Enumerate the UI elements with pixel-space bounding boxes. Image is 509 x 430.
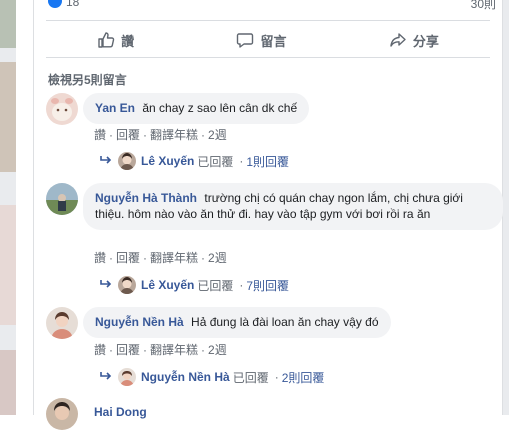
share-button-label: 分享 bbox=[412, 33, 439, 49]
reaction-count[interactable]: 18 bbox=[66, 0, 79, 9]
meta-separator: · bbox=[143, 251, 148, 265]
reply-action: 已回覆 bbox=[232, 370, 269, 385]
meta-separator: · bbox=[201, 128, 206, 142]
view-more-comments-link[interactable]: 檢視另5則留言 bbox=[48, 71, 127, 88]
comment-timestamp[interactable]: 2週 bbox=[208, 251, 227, 265]
reply-author: Lê Xuyến bbox=[141, 154, 195, 168]
comment-meta: 讚 · 回覆 · 翻譯年糕 · 2週 bbox=[94, 249, 227, 266]
comment-meta: 讚 · 回覆 · 翻譯年糕 · 2週 bbox=[94, 126, 227, 143]
avatar[interactable] bbox=[46, 183, 78, 215]
reply-separator: · bbox=[274, 370, 279, 384]
like-button-label: 讚 bbox=[121, 33, 135, 49]
comment-translate-link[interactable]: 翻譯年糕 bbox=[150, 128, 198, 142]
avatar[interactable] bbox=[46, 307, 78, 339]
left-thumbnail-2 bbox=[0, 62, 16, 172]
comment-timestamp[interactable]: 2週 bbox=[208, 128, 227, 142]
comment-like-link[interactable]: 讚 bbox=[94, 128, 106, 142]
divider-actions bbox=[46, 57, 490, 58]
meta-separator: · bbox=[143, 343, 148, 357]
comment-reply-link[interactable]: 回覆 bbox=[116, 128, 140, 142]
reply-avatar bbox=[118, 152, 136, 170]
avatar[interactable] bbox=[46, 93, 78, 125]
comment-like-link[interactable]: 讚 bbox=[94, 343, 106, 357]
divider-top bbox=[46, 20, 490, 21]
meta-separator: · bbox=[201, 251, 206, 265]
comment-bubble: Nguyễn Hà Thành trường chị có quán chay … bbox=[83, 183, 503, 230]
view-replies-link[interactable]: Nguyễn Nền Hà 已回覆 · 2則回覆 bbox=[100, 368, 324, 386]
comment-timestamp[interactable]: 2週 bbox=[208, 343, 227, 357]
share-icon bbox=[389, 31, 407, 49]
reply-arrow-icon bbox=[100, 370, 112, 384]
meta-separator: · bbox=[201, 343, 206, 357]
reply-author: Lê Xuyến bbox=[141, 278, 195, 292]
comment-text: Hả đung là đài loan ăn chay vậy đó bbox=[191, 315, 379, 329]
left-thumbnail-4 bbox=[0, 350, 16, 415]
reply-separator: · bbox=[239, 278, 244, 292]
reply-separator: · bbox=[239, 154, 244, 168]
meta-separator: · bbox=[109, 128, 114, 142]
card-border-left bbox=[33, 0, 34, 415]
view-replies-link[interactable]: Lê Xuyến 已回覆 · 1則回覆 bbox=[100, 152, 289, 170]
reply-count: 1則回覆 bbox=[246, 154, 290, 169]
reply-avatar bbox=[118, 276, 136, 294]
comment-bubble: Yan En ăn chay z sao lên cân dk chế bbox=[83, 93, 310, 124]
comment-button[interactable]: 留言 bbox=[226, 27, 296, 54]
comment-count[interactable]: 30則 bbox=[471, 0, 496, 12]
comment-author[interactable]: Nguyễn Nền Hà bbox=[95, 315, 184, 329]
comment-meta: 讚 · 回覆 · 翻譯年糕 · 2週 bbox=[94, 341, 227, 358]
comment-translate-link[interactable]: 翻譯年糕 bbox=[150, 251, 198, 265]
reply-action: 已回覆 bbox=[197, 154, 234, 169]
thumbs-up-icon bbox=[97, 31, 115, 49]
reply-arrow-icon bbox=[100, 154, 112, 168]
comment-reply-link[interactable]: 回覆 bbox=[116, 343, 140, 357]
left-thumbnail-1 bbox=[0, 0, 16, 48]
meta-separator: · bbox=[109, 343, 114, 357]
comment-text: ăn chay z sao lên cân dk chế bbox=[142, 101, 298, 115]
reply-arrow-icon bbox=[100, 278, 112, 292]
post-action-bar: 讚 留言 分享 bbox=[46, 25, 490, 55]
comment-icon bbox=[236, 31, 254, 49]
comment-translate-link[interactable]: 翻譯年糕 bbox=[150, 343, 198, 357]
reply-author: Nguyễn Nền Hà bbox=[141, 370, 230, 384]
meta-separator: · bbox=[109, 251, 114, 265]
comment-author[interactable]: Yan En bbox=[95, 101, 135, 115]
left-thumbnail-3 bbox=[0, 205, 16, 325]
comment-bubble: Nguyễn Nền Hà Hả đung là đài loan ăn cha… bbox=[83, 307, 391, 338]
share-button[interactable]: 分享 bbox=[379, 27, 449, 54]
reply-count: 2則回覆 bbox=[281, 370, 325, 385]
reply-action: 已回覆 bbox=[197, 278, 234, 293]
view-replies-link[interactable]: Lê Xuyến 已回覆 · 7則回覆 bbox=[100, 276, 289, 294]
comment-like-link[interactable]: 讚 bbox=[94, 251, 106, 265]
reply-count: 7則回覆 bbox=[246, 278, 290, 293]
like-reaction-icon bbox=[48, 0, 62, 8]
right-feed-strip bbox=[503, 0, 509, 415]
comment-reply-link[interactable]: 回覆 bbox=[116, 251, 140, 265]
meta-separator: · bbox=[143, 128, 148, 142]
reply-avatar bbox=[118, 368, 136, 386]
post-counts: 18 30則 bbox=[34, 0, 502, 16]
comment-author[interactable]: Hai Dong bbox=[94, 405, 147, 419]
left-feed-strip bbox=[0, 0, 16, 415]
comment-button-label: 留言 bbox=[260, 33, 287, 49]
avatar[interactable] bbox=[46, 398, 78, 430]
comment-author[interactable]: Nguyễn Hà Thành bbox=[95, 191, 197, 205]
like-button[interactable]: 讚 bbox=[87, 27, 144, 54]
